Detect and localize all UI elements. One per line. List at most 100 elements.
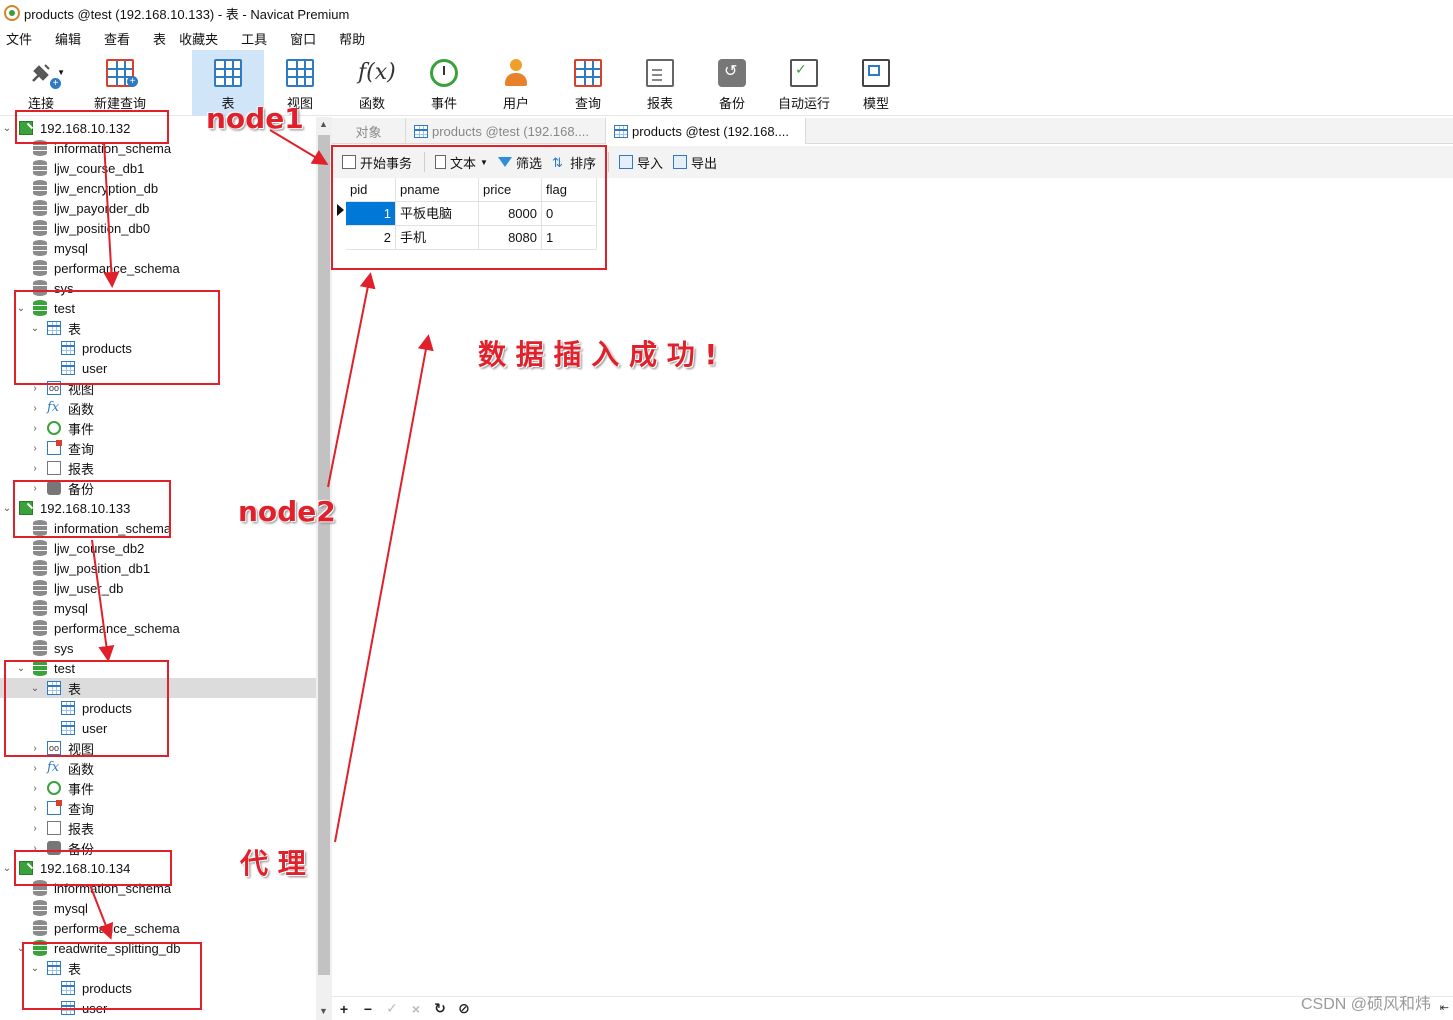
backup-button[interactable]: 备份 [696,50,768,116]
tab-objects[interactable]: 对象 [332,118,406,144]
tab-bar: 对象 products @test (192.168.... products … [332,118,1453,144]
import-button[interactable]: 导入 [618,153,663,172]
tree-db[interactable]: mysql [0,238,316,258]
tree-db[interactable]: ljw_course_db1 [0,158,316,178]
tree-group[interactable]: › fx 函数 [0,758,316,778]
menu-window[interactable]: 窗口 [284,29,323,48]
new-query-button[interactable]: + 新建查询 [82,50,158,116]
menu-tools[interactable]: 工具 [235,29,274,48]
collapse-chevron-icon[interactable]: › [30,803,40,814]
collapse-chevron-icon[interactable]: › [30,403,40,414]
function-button[interactable]: f(x) 函数 [336,50,408,116]
event-button[interactable]: 事件 [408,50,480,116]
database-label: mysql [54,240,88,256]
expand-chevron-icon[interactable]: ⌄ [2,503,12,514]
tab-label: products @test (192.168.... [632,123,790,139]
tree-db[interactable]: performance_schema [0,258,316,278]
refresh-icon[interactable]: ↻ [428,1000,452,1017]
collapse-chevron-icon[interactable]: › [30,423,40,434]
menu-file[interactable]: 文件 [0,29,39,48]
tree-db[interactable]: ljw_user_db [0,578,316,598]
annotation-node2: node2 [238,495,336,528]
database-label: ljw_payorder_db [54,200,150,216]
group-label: 函数 [68,761,95,777]
menu-help[interactable]: 帮助 [333,29,372,48]
tree-group[interactable]: › 查询 [0,438,316,458]
dropdown-arrow-icon[interactable]: ▼ [57,68,65,77]
discard-x-icon[interactable]: × [404,1001,428,1017]
database-label: performance_schema [54,620,180,636]
delete-record-button[interactable]: − [356,1001,380,1017]
database-icon [33,900,47,916]
group-label: 事件 [68,421,95,437]
connect-button[interactable]: + ▼ 连接 [0,50,82,116]
collapse-chevron-icon[interactable]: › [30,823,40,834]
database-icon [33,240,47,256]
tree-db[interactable]: mysql [0,898,316,918]
scroll-up-icon[interactable]: ▲ [319,119,328,129]
model-label: 模型 [862,96,889,111]
tree-group[interactable]: › 事件 [0,778,316,798]
group-label: 查询 [68,441,95,457]
database-icon [33,600,47,616]
user-button[interactable]: 用户 [480,50,552,116]
tree-db[interactable]: ljw_encryption_db [0,178,316,198]
tree-group[interactable]: › 事件 [0,418,316,438]
tree-db[interactable]: mysql [0,598,316,618]
function-icon: fx [47,760,60,775]
query-button[interactable]: 查询 [552,50,624,116]
tree-scrollbar[interactable]: ▲ ▼ [316,117,332,1020]
annotation-box-node1-tables [14,290,220,385]
menu-favorites[interactable]: 收藏夹 [173,29,225,48]
menu-table[interactable]: 表 [147,29,173,48]
tree-db[interactable]: performance_schema [0,918,316,938]
automation-icon [790,59,818,87]
model-button[interactable]: 模型 [840,50,912,116]
tab-products-1[interactable]: products @test (192.168.... [406,118,606,144]
menu-view[interactable]: 查看 [98,29,137,48]
tree-group[interactable]: › 报表 [0,458,316,478]
event-label: 事件 [430,96,457,111]
report-button[interactable]: 报表 [624,50,696,116]
scrollbar-thumb[interactable] [318,135,330,975]
report-icon [646,59,674,87]
annotation-proxy: 代 理 [240,847,306,880]
scroll-down-icon[interactable]: ▼ [319,1006,328,1016]
expand-chevron-icon[interactable]: ⌄ [2,863,12,874]
tree-db[interactable]: ljw_position_db1 [0,558,316,578]
function-label: 函数 [358,96,385,111]
menu-bar: 文件 编辑 查看 表 收藏夹 工具 窗口 帮助 [0,26,1453,50]
import-label: 导入 [636,155,663,171]
arrow-node2-label-to-grid [327,272,376,488]
database-label: performance_schema [54,260,180,276]
tree-db[interactable]: ljw_position_db0 [0,218,316,238]
automation-button[interactable]: 自动运行 [768,50,840,116]
tree-group[interactable]: › 查询 [0,798,316,818]
new-query-icon: + [106,59,138,87]
collapse-chevron-icon[interactable]: › [30,783,40,794]
tree-group[interactable]: › fx 函数 [0,398,316,418]
stop-icon[interactable]: ⊘ [452,1000,476,1017]
report-icon [47,461,61,475]
collapse-chevron-icon[interactable]: › [30,763,40,774]
expand-chevron-icon[interactable]: ⌄ [2,123,12,134]
database-icon [33,220,47,236]
database-label: ljw_encryption_db [54,180,159,196]
database-icon [33,580,47,596]
tree-db[interactable]: performance_schema [0,618,316,638]
tree-db[interactable]: sys [0,638,316,658]
menu-edit[interactable]: 编辑 [49,29,88,48]
apply-check-icon[interactable]: ✓ [380,1000,404,1017]
export-button[interactable]: 导出 [673,153,717,172]
tree-db[interactable]: ljw_payorder_db [0,198,316,218]
collapse-chevron-icon[interactable]: › [30,443,40,454]
annotation-success: 数 据 插 入 成 功 ! [478,338,718,371]
corner-arrow-icon[interactable]: ⇤ [1440,1001,1449,1014]
window-title: products @test (192.168.10.133) - 表 - Na… [24,6,350,22]
tree-db[interactable]: ljw_course_db2 [0,538,316,558]
tree-group[interactable]: › 报表 [0,818,316,838]
group-label: 报表 [68,821,95,837]
add-record-button[interactable]: + [332,1001,356,1017]
tab-products-2-active[interactable]: products @test (192.168.... [606,118,806,144]
collapse-chevron-icon[interactable]: › [30,463,40,474]
